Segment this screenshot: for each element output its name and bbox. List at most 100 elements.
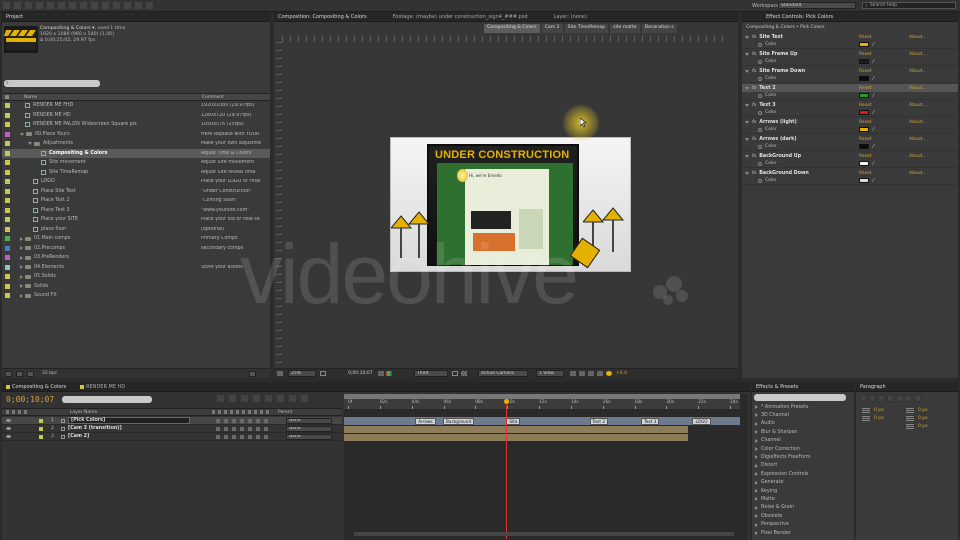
project-item[interactable]: #c8c84a RENDER ME FHD 1920x1080 (29.97fps) (2, 101, 270, 110)
comp-marker[interactable]: Text 2 (589, 418, 608, 425)
stopwatch-icon[interactable] (758, 42, 762, 47)
stopwatch-icon[interactable] (758, 59, 762, 64)
region-of-interest-icon[interactable] (452, 371, 458, 376)
project-item[interactable]: #c8c84a place floor (optional) (2, 225, 270, 234)
project-item[interactable]: #c8c84a RENDER ME PAL/DV Widescreen Squar… (2, 120, 270, 129)
comp-marker[interactable]: Background (443, 418, 474, 425)
tab-composition[interactable]: Composition: Compositing & Colors (278, 14, 367, 20)
comp-breadcrumb-item[interactable]: site matte (610, 24, 640, 33)
tab-timeline-comp[interactable]: Compositing & Colors (6, 384, 66, 390)
project-item[interactable]: #c8c84a Place Site Text "Under Constructio… (2, 187, 270, 196)
comp-marker[interactable]: Arrows (415, 418, 436, 425)
comp-breadcrumb-item[interactable]: Decoration s (641, 24, 677, 33)
color-swatch[interactable]: #1f1f1f (859, 59, 869, 64)
pixel-aspect-icon[interactable] (570, 371, 576, 376)
project-item[interactable]: #c8c84a Site movement Adjust Site movement (2, 158, 270, 167)
parent-dropdown[interactable]: None (286, 426, 332, 432)
eyedropper-icon[interactable]: ⁄ (873, 42, 874, 48)
project-item[interactable]: #c8c84a Site TimeRemap Adjust Site reveal … (2, 168, 270, 177)
label-swatch[interactable]: #c8c84a (5, 188, 10, 194)
type-tool-icon[interactable] (90, 1, 99, 10)
twirl-icon[interactable] (20, 236, 23, 241)
layer-bar-3[interactable] (344, 434, 688, 441)
twirl-icon[interactable] (755, 455, 758, 460)
fx-icon[interactable]: fx (752, 103, 756, 108)
twirl-icon[interactable] (20, 255, 23, 260)
reset-link[interactable]: Reset (859, 52, 872, 57)
stopwatch-icon[interactable] (758, 93, 762, 98)
align-right-icon[interactable] (878, 395, 885, 402)
reset-exposure-icon[interactable] (606, 371, 612, 376)
time-ruler[interactable]: 0f 02s 04s 06s 08s 10s 12s 14s 16s 18s 20s 22s 24s (344, 399, 740, 409)
rectangle-tool-icon[interactable] (68, 1, 77, 10)
exposure-value[interactable]: +0.0 (616, 371, 627, 376)
effects-category[interactable]: Digieffects FreeForm (752, 453, 854, 461)
brush-tool-icon[interactable] (101, 1, 110, 10)
project-item[interactable]: #c8c84a Place your SITE Place your old or … (2, 215, 270, 224)
fx-icon[interactable]: fx (752, 137, 756, 142)
workspace-dropdown[interactable]: Standard (778, 2, 856, 9)
reset-link[interactable]: Reset (859, 69, 872, 74)
eyedropper-icon[interactable]: ⁄ (873, 161, 874, 167)
reset-link[interactable]: Reset (859, 171, 872, 176)
reset-link[interactable]: Reset (859, 103, 872, 108)
layer-name[interactable]: [Cam 3 (transition)] (68, 426, 122, 431)
label-swatch[interactable]: #c8c84a (5, 207, 10, 213)
lock-icon[interactable] (39, 418, 43, 423)
eye-icon[interactable] (6, 435, 11, 438)
lock-icon[interactable] (39, 426, 43, 431)
stopwatch-icon[interactable] (758, 76, 762, 81)
twirl-icon[interactable] (20, 132, 24, 136)
twirl-icon[interactable] (755, 497, 758, 502)
rotate-tool-icon[interactable] (35, 1, 44, 10)
layer-switches[interactable] (216, 434, 268, 439)
effects-category[interactable]: Generate (752, 479, 854, 487)
show-channel-icon[interactable] (386, 371, 392, 376)
label-swatch[interactable]: #c8c84a (5, 122, 10, 127)
tab-effect-controls[interactable]: Effect Controls: Pick Colors (766, 14, 833, 20)
twirl-icon[interactable] (755, 472, 758, 477)
about-link[interactable]: About... (909, 137, 927, 142)
lock-icon[interactable] (39, 434, 43, 439)
twirl-icon[interactable] (745, 154, 749, 158)
project-item[interactable]: #c8c84a Place Text 2 "Coming Soon" (2, 196, 270, 205)
comp-breadcrumb-item[interactable]: Site TimeRemap (564, 24, 609, 33)
tab-layer[interactable]: Layer: (none) (554, 14, 588, 20)
twirl-icon[interactable] (28, 142, 32, 145)
frame-blending-icon[interactable] (252, 394, 261, 403)
effect-header[interactable]: fx Arrows (light) Reset About... (742, 118, 958, 126)
twirl-icon[interactable] (20, 246, 23, 250)
reset-link[interactable]: Reset (859, 154, 872, 159)
eyedropper-icon[interactable]: ⁄ (873, 127, 874, 133)
label-swatch[interactable]: #c8c84a (5, 103, 10, 108)
label-swatch[interactable]: #c8c84a (5, 274, 10, 279)
project-item[interactable]: #8ac8c8 04.Elements Store your assets (2, 263, 270, 272)
col-name[interactable]: Name (24, 95, 37, 100)
selection-tool-icon[interactable] (2, 1, 11, 10)
camera-dropdown[interactable]: Active Camera (478, 370, 528, 377)
effects-category[interactable]: Noise & Grain (752, 504, 854, 512)
parent-dropdown[interactable]: None (286, 434, 332, 440)
twirl-icon[interactable] (745, 171, 749, 175)
snapshot-icon[interactable] (378, 371, 384, 376)
label-swatch[interactable]: #c8c84a (5, 150, 10, 156)
indent-left-field[interactable]: 0 px (874, 408, 884, 413)
fx-icon[interactable]: fx (752, 154, 756, 159)
indent-right-field[interactable]: 0 px (918, 408, 928, 413)
new-folder-icon[interactable] (16, 370, 23, 377)
project-item[interactable]: #c8c84a LOGO Place your LOGO or Final (2, 177, 270, 186)
twirl-icon[interactable] (745, 69, 749, 73)
project-item[interactable]: #c8c84a Adjustments Make your own adjustme (2, 139, 270, 148)
twirl-icon[interactable] (745, 35, 749, 39)
space-after-field[interactable]: 0 px (918, 424, 928, 429)
col-comment[interactable]: Comment (202, 95, 224, 100)
label-swatch[interactable]: #c85ac8 (5, 255, 10, 260)
twirl-icon[interactable] (755, 489, 758, 493)
justify-last-left-icon[interactable] (887, 395, 894, 402)
tab-timeline-render[interactable]: RENDER ME HD (80, 384, 125, 390)
clone-tool-icon[interactable] (112, 1, 121, 10)
stopwatch-icon[interactable] (758, 110, 762, 115)
twirl-icon[interactable] (745, 86, 749, 90)
effects-category[interactable]: Obsolete (752, 512, 854, 520)
draft-3d-icon[interactable] (228, 394, 237, 403)
